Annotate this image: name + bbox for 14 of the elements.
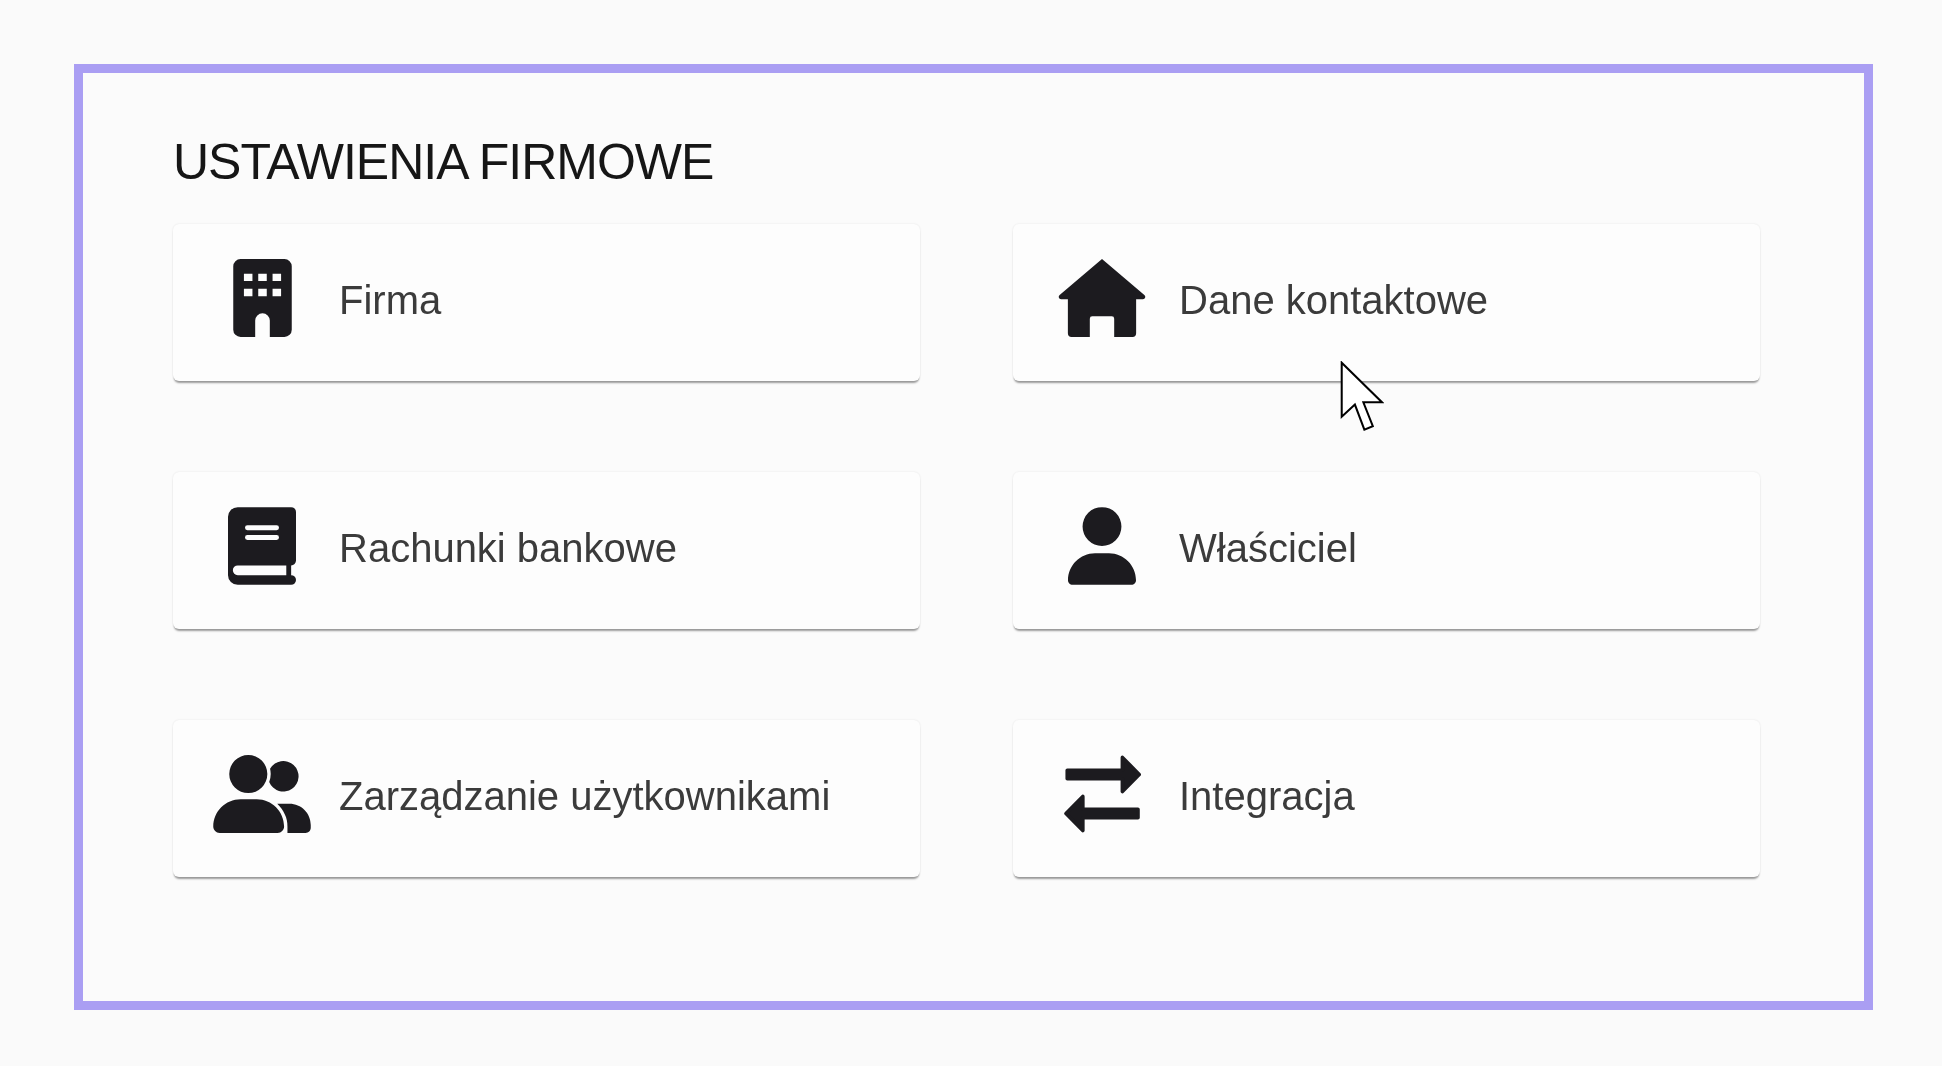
settings-tile[interactable]: Firma [173, 224, 920, 381]
mouse-pointer-icon [1340, 361, 1384, 432]
house-icon [1058, 258, 1146, 337]
person-icon [1068, 506, 1136, 585]
settings-tile[interactable]: Właściciel [1013, 472, 1760, 629]
swap-arrows-icon [1063, 754, 1141, 833]
section-title: USTAWIENIA FIRMOWE [173, 133, 714, 192]
two-people-icon [213, 754, 311, 833]
settings-tile[interactable]: Rachunki bankowe [173, 472, 920, 629]
building-icon [232, 258, 292, 337]
settings-tile[interactable]: Zarządzanie użytkownikami [173, 720, 920, 877]
settings-tile[interactable]: Integracja [1013, 720, 1760, 877]
settings-tile[interactable]: Dane kontaktowe [1013, 224, 1760, 381]
book-icon [228, 506, 296, 585]
